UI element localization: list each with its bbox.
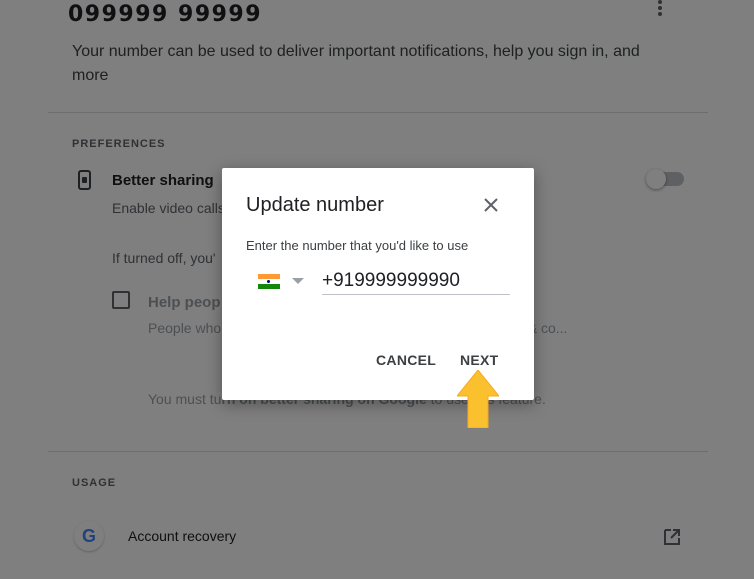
dialog-title: Update number xyxy=(246,194,384,216)
phone-number-input[interactable] xyxy=(322,268,510,295)
close-icon[interactable] xyxy=(480,194,502,216)
update-number-dialog: Update number Enter the number that you'… xyxy=(222,168,534,400)
cancel-button[interactable]: CANCEL xyxy=(376,352,436,368)
next-button[interactable]: NEXT xyxy=(460,352,499,368)
dialog-prompt: Enter the number that you'd like to use xyxy=(246,238,469,253)
india-flag-icon[interactable] xyxy=(258,274,280,289)
chevron-down-icon[interactable] xyxy=(292,278,304,284)
pointer-arrow-icon xyxy=(457,370,499,428)
